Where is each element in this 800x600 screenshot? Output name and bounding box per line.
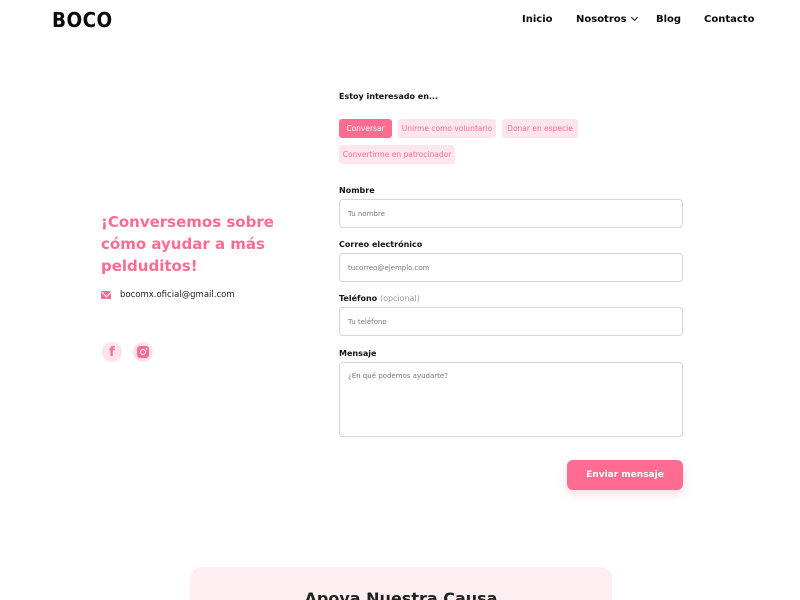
- nav-item-blog[interactable]: Blog: [656, 14, 681, 25]
- contact-email-text: bocomx.oficial@gmail.com: [120, 290, 235, 300]
- nav-item-contacto[interactable]: Contacto: [704, 14, 754, 25]
- mail-icon: [101, 291, 111, 299]
- chip-voluntario[interactable]: Unirme como voluntario: [398, 119, 496, 138]
- phone-label-text: Teléfono: [339, 294, 378, 303]
- facebook-icon: f: [109, 344, 115, 360]
- message-field[interactable]: [339, 362, 683, 437]
- chip-conversar[interactable]: Conversar: [339, 119, 392, 138]
- send-message-button[interactable]: Enviar mensaje: [567, 460, 683, 490]
- contact-headline: ¡Conversemos sobre cómo ayudar a más pel…: [101, 213, 274, 275]
- phone-optional-note: (opcional): [379, 294, 420, 303]
- contact-email[interactable]: bocomx.oficial@gmail.com: [101, 290, 235, 300]
- instagram-icon: [137, 346, 149, 358]
- phone-field[interactable]: [339, 307, 683, 336]
- support-cause-card: Apoya Nuestra Causa: [190, 567, 612, 600]
- instagram-link[interactable]: [133, 342, 153, 362]
- support-cause-title: Apoya Nuestra Causa: [304, 589, 498, 600]
- chevron-down-icon: [630, 13, 638, 22]
- nav-item-nosotros[interactable]: Nosotros: [576, 13, 638, 25]
- phone-label: Teléfono (opcional): [339, 294, 420, 303]
- email-label: Correo electrónico: [339, 240, 423, 249]
- chip-patrocinador[interactable]: Convertirme en patrocinador: [339, 145, 455, 164]
- email-field[interactable]: [339, 253, 683, 282]
- message-label: Mensaje: [339, 349, 377, 358]
- interest-label: Estoy interesado en...: [339, 92, 439, 101]
- facebook-link[interactable]: f: [102, 342, 122, 362]
- nav-item-nosotros-label: Nosotros: [576, 14, 627, 25]
- chip-donar-especie[interactable]: Donar en especie: [502, 119, 578, 138]
- nav-item-inicio[interactable]: Inicio: [522, 14, 553, 25]
- name-field[interactable]: [339, 199, 683, 228]
- site-logo[interactable]: BOCO: [52, 8, 113, 32]
- name-label: Nombre: [339, 186, 375, 195]
